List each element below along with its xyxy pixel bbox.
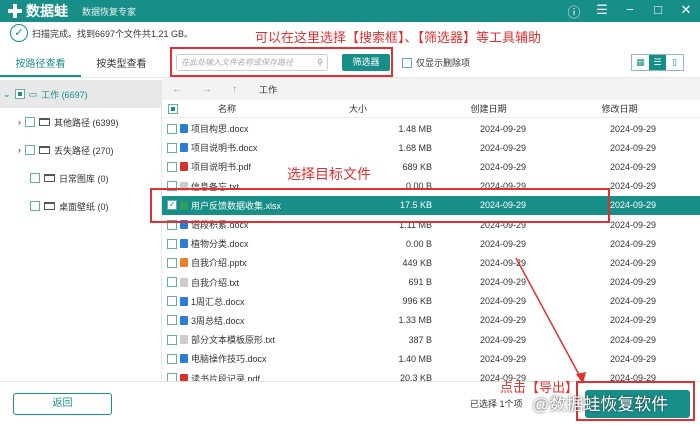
watermark: @数据蛙恢复软件 xyxy=(532,395,669,414)
annotation-arrow xyxy=(515,257,586,384)
